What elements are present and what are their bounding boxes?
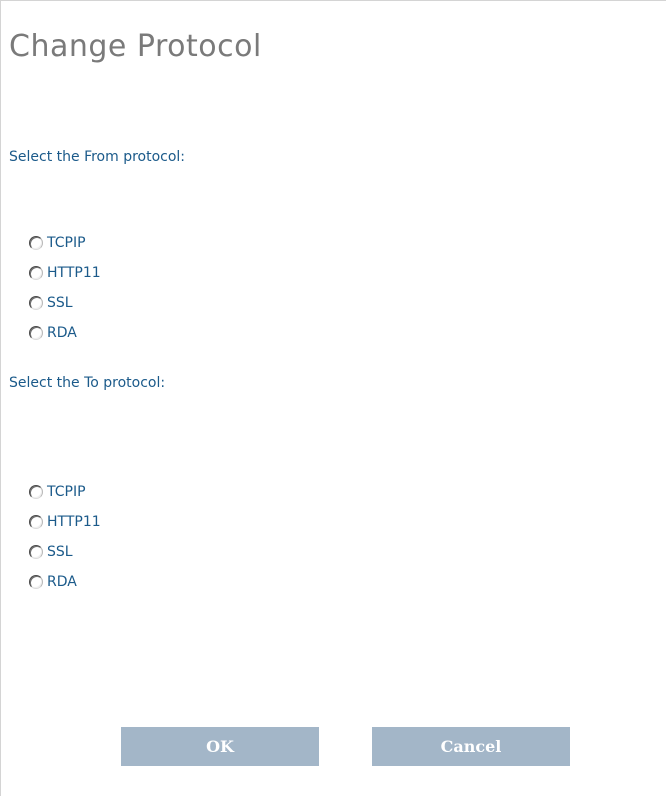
radio-button-icon[interactable]: [29, 266, 43, 280]
to-protocol-radio-group: TCPIP HTTP11 SSL RDA: [29, 477, 101, 597]
cancel-button[interactable]: Cancel: [372, 727, 570, 766]
radio-button-icon[interactable]: [29, 515, 43, 529]
radio-button-icon[interactable]: [29, 296, 43, 310]
to-radio-label: RDA: [47, 574, 77, 590]
from-radio-label: HTTP11: [47, 265, 101, 281]
from-radio-ssl[interactable]: SSL: [29, 288, 101, 318]
from-radio-tcpip[interactable]: TCPIP: [29, 228, 101, 258]
dialog-title: Change Protocol: [9, 29, 262, 64]
to-radio-http11[interactable]: HTTP11: [29, 507, 101, 537]
from-radio-label: RDA: [47, 325, 77, 341]
from-radio-rda[interactable]: RDA: [29, 318, 101, 348]
to-protocol-label: Select the To protocol:: [9, 375, 166, 391]
radio-button-icon[interactable]: [29, 545, 43, 559]
radio-button-icon[interactable]: [29, 575, 43, 589]
to-radio-tcpip[interactable]: TCPIP: [29, 477, 101, 507]
from-protocol-label: Select the From protocol:: [9, 149, 186, 165]
to-radio-label: TCPIP: [47, 484, 86, 500]
ok-button[interactable]: OK: [121, 727, 319, 766]
from-radio-label: SSL: [47, 295, 73, 311]
to-radio-label: HTTP11: [47, 514, 101, 530]
to-radio-label: SSL: [47, 544, 73, 560]
radio-button-icon[interactable]: [29, 326, 43, 340]
radio-button-icon[interactable]: [29, 485, 43, 499]
from-radio-label: TCPIP: [47, 235, 86, 251]
radio-button-icon[interactable]: [29, 236, 43, 250]
from-radio-http11[interactable]: HTTP11: [29, 258, 101, 288]
to-radio-ssl[interactable]: SSL: [29, 537, 101, 567]
change-protocol-dialog: Change Protocol Select the From protocol…: [0, 0, 666, 796]
from-protocol-radio-group: TCPIP HTTP11 SSL RDA: [29, 228, 101, 348]
to-radio-rda[interactable]: RDA: [29, 567, 101, 597]
